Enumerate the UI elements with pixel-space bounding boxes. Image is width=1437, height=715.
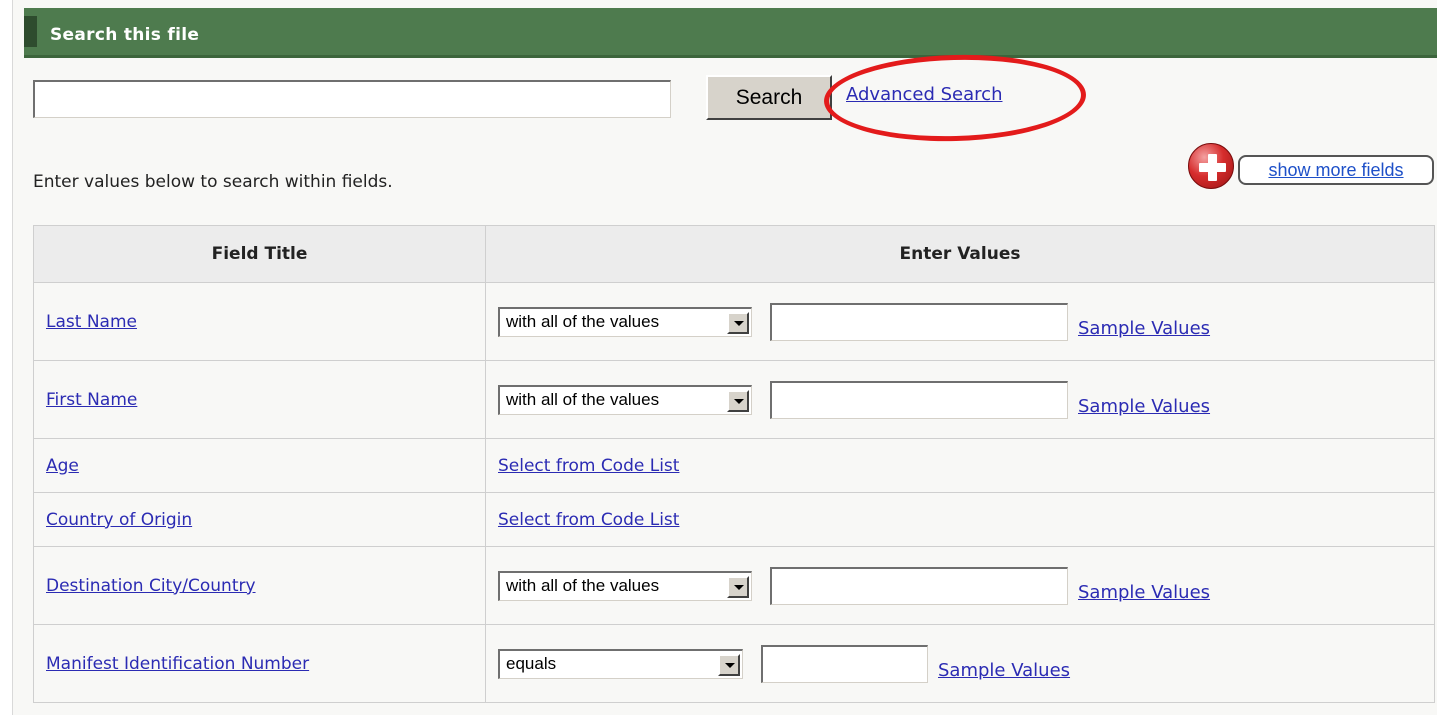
panel-header: Search this file (24, 8, 1437, 58)
chevron-down-icon[interactable] (727, 575, 749, 598)
field-value-cell: equals Sample Values (485, 624, 1435, 703)
field-link-first-name[interactable]: First Name (46, 390, 137, 410)
chevron-down-icon[interactable] (718, 653, 740, 676)
table-row: Destination City/Country with all of the… (33, 546, 1435, 625)
field-title-cell: Age (33, 438, 486, 493)
instructions-text: Enter values below to search within fiel… (33, 172, 393, 192)
show-more-fields-button[interactable]: show more fields (1238, 155, 1434, 185)
operator-select-value: equals (506, 654, 557, 673)
column-header-field-title: Field Title (33, 225, 486, 283)
field-value-cell: with all of the values Sample Values (485, 360, 1435, 439)
plus-circle-icon[interactable] (1188, 143, 1234, 189)
chevron-down-icon[interactable] (727, 311, 749, 334)
fields-table: Field Title Enter Values Last Name with … (33, 225, 1435, 703)
column-header-enter-values: Enter Values (485, 225, 1435, 283)
sample-values-link-destination[interactable]: Sample Values (1078, 582, 1210, 603)
show-more-fields[interactable]: show more fields (1188, 143, 1434, 189)
select-from-code-list-link-country[interactable]: Select from Code List (498, 510, 679, 530)
chevron-down-icon[interactable] (727, 389, 749, 412)
search-button[interactable]: Search (706, 75, 832, 120)
sample-values-link-last-name[interactable]: Sample Values (1078, 318, 1210, 339)
table-row: Manifest Identification Number equals Sa… (33, 624, 1435, 703)
field-value-cell: with all of the values Sample Values (485, 546, 1435, 625)
field-value-cell: with all of the values Sample Values (485, 282, 1435, 361)
sample-values-link-manifest-id[interactable]: Sample Values (938, 660, 1070, 681)
field-title-cell: First Name (33, 360, 486, 439)
operator-select-value: with all of the values (506, 312, 660, 331)
value-input-manifest-id[interactable] (761, 644, 928, 683)
field-value-cell: Select from Code List (485, 492, 1435, 547)
value-input-destination[interactable] (770, 566, 1068, 605)
operator-select-first-name[interactable]: with all of the values (498, 384, 752, 415)
header-accent (24, 16, 37, 47)
field-title-cell: Country of Origin (33, 492, 486, 547)
table-row: Country of Origin Select from Code List (33, 492, 1435, 547)
operator-select-value: with all of the values (506, 576, 660, 595)
field-title-cell: Manifest Identification Number (33, 624, 486, 703)
table-header-row: Field Title Enter Values (33, 225, 1435, 283)
field-link-last-name[interactable]: Last Name (46, 312, 137, 332)
field-title-cell: Destination City/Country (33, 546, 486, 625)
field-link-destination[interactable]: Destination City/Country (46, 576, 256, 596)
field-title-cell: Last Name (33, 282, 486, 361)
field-link-age[interactable]: Age (46, 456, 79, 476)
value-input-first-name[interactable] (770, 380, 1068, 419)
table-row: Last Name with all of the values Sample … (33, 282, 1435, 361)
operator-select-last-name[interactable]: with all of the values (498, 306, 752, 337)
table-row: First Name with all of the values Sample… (33, 360, 1435, 439)
field-link-manifest-id[interactable]: Manifest Identification Number (46, 654, 309, 674)
value-input-last-name[interactable] (770, 302, 1068, 341)
panel-title: Search this file (50, 25, 200, 45)
field-link-country-of-origin[interactable]: Country of Origin (46, 510, 192, 530)
operator-select-destination[interactable]: with all of the values (498, 570, 752, 601)
sample-values-link-first-name[interactable]: Sample Values (1078, 396, 1210, 417)
field-value-cell: Select from Code List (485, 438, 1435, 493)
select-from-code-list-link-age[interactable]: Select from Code List (498, 456, 679, 476)
table-row: Age Select from Code List (33, 438, 1435, 493)
operator-select-manifest-id[interactable]: equals (498, 648, 743, 679)
search-input[interactable] (33, 80, 671, 118)
operator-select-value: with all of the values (506, 390, 660, 409)
